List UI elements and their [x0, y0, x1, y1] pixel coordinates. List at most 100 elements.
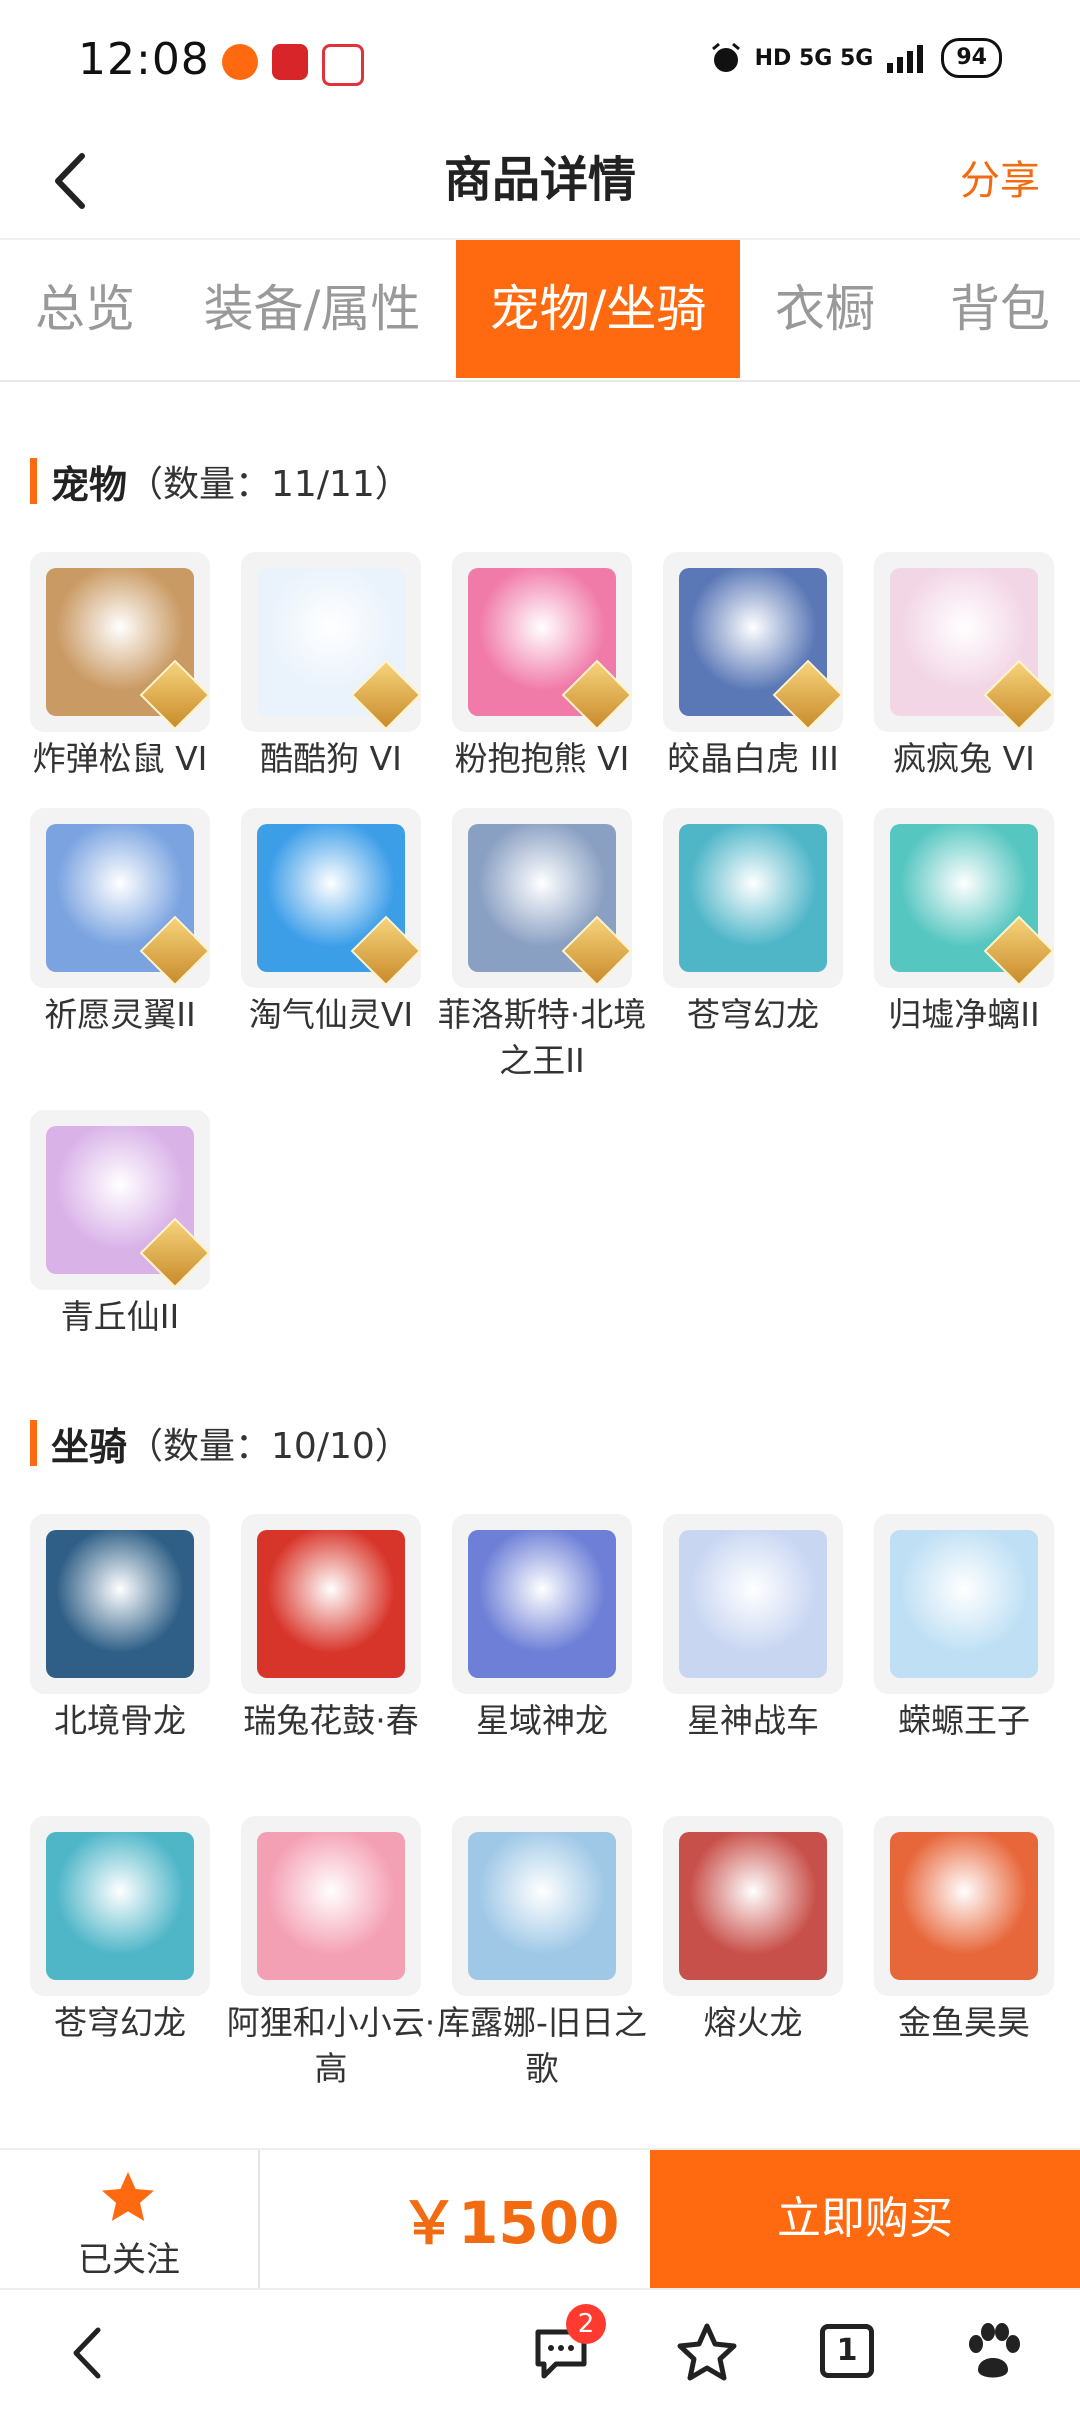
status-time: 12:08: [78, 34, 210, 85]
star-filled-icon: [102, 2172, 154, 2221]
mount-item[interactable]: 库露娜-旧日之歌: [437, 1816, 647, 2092]
mount-image: [679, 1832, 827, 1980]
mount-item[interactable]: 北境骨龙: [30, 1514, 216, 1744]
mount-name: 星域神龙: [476, 1701, 608, 1740]
pet-name: 粉抱抱熊 VI: [454, 739, 630, 778]
star-outline-icon[interactable]: [674, 2320, 740, 2386]
pet-thumbnail: [663, 808, 843, 988]
mount-item[interactable]: 金鱼昊昊: [874, 1816, 1060, 2046]
mount-name: 蝾螈王子: [898, 1701, 1030, 1740]
mount-thumbnail: [874, 1816, 1054, 1996]
pet-item[interactable]: 菲洛斯特·北境之王II: [438, 808, 646, 1084]
mount-item[interactable]: 瑞兔花鼓·春: [241, 1514, 427, 1744]
pet-item[interactable]: 疯疯兔 VI: [874, 552, 1060, 782]
share-button[interactable]: 分享: [960, 148, 1040, 206]
pet-thumbnail: [874, 808, 1054, 988]
tab-overview[interactable]: 总览: [0, 240, 170, 378]
pet-name: 皎晶白虎 III: [667, 739, 839, 778]
pet-item[interactable]: 淘气仙灵VI: [241, 808, 427, 1038]
pet-thumbnail: [663, 552, 843, 732]
pet-name: 酷酷狗 VI: [260, 739, 402, 778]
pet-name: 祈愿灵翼II: [44, 995, 196, 1034]
pet-name: 疯疯兔 VI: [893, 739, 1035, 778]
mount-thumbnail: [30, 1514, 210, 1694]
pet-item[interactable]: 皎晶白虎 III: [663, 552, 849, 782]
section-name: 宠物: [51, 462, 128, 507]
mount-name: 熔火龙: [703, 2003, 803, 2042]
mount-image: [257, 1530, 405, 1678]
pet-name: 菲洛斯特·北境之王II: [437, 995, 647, 1080]
tabs-count-button[interactable]: 1: [820, 2324, 874, 2378]
mount-image: [890, 1832, 1038, 1980]
section-name: 坐骑: [51, 1424, 128, 1469]
mount-item[interactable]: 星神战车: [663, 1514, 849, 1744]
pet-thumbnail: [241, 552, 421, 732]
follow-button[interactable]: 已关注: [0, 2150, 260, 2288]
pet-thumbnail: [874, 552, 1054, 732]
pet-thumbnail: [452, 552, 632, 732]
pet-name: 青丘仙II: [60, 1297, 180, 1336]
mount-thumbnail: [452, 1514, 632, 1694]
mount-name: 瑞兔花鼓·春: [243, 1701, 419, 1740]
app-notification-icon: [322, 44, 364, 86]
pet-thumbnail: [30, 808, 210, 988]
app-notification-icon: [222, 44, 258, 80]
buy-now-button[interactable]: 立即购买: [650, 2150, 1080, 2288]
section-accent-bar: [30, 458, 37, 504]
paw-icon[interactable]: [960, 2320, 1026, 2386]
mount-name: 北境骨龙: [54, 1701, 186, 1740]
pet-item[interactable]: 酷酷狗 VI: [241, 552, 427, 782]
mount-thumbnail: [241, 1816, 421, 1996]
pet-item[interactable]: 祈愿灵翼II: [30, 808, 216, 1038]
mount-image: [468, 1832, 616, 1980]
mounts-section-title: 坐骑 （数量：10/10）: [30, 1418, 411, 1469]
mount-image: [679, 1530, 827, 1678]
mount-name: 金鱼昊昊: [898, 2003, 1030, 2042]
tab-backpack[interactable]: 背包: [930, 240, 1070, 378]
pet-name: 淘气仙灵VI: [248, 995, 414, 1034]
mount-image: [46, 1530, 194, 1678]
mount-item[interactable]: 星域神龙: [452, 1514, 638, 1744]
section-count: （数量：11/11）: [127, 464, 411, 505]
pet-thumbnail: [241, 808, 421, 988]
mount-thumbnail: [241, 1514, 421, 1694]
mount-name: 星神战车: [687, 1701, 819, 1740]
mount-thumbnail: [874, 1514, 1054, 1694]
mount-thumbnail: [452, 1816, 632, 1996]
mount-item[interactable]: 阿狸和小小云·高: [227, 1816, 435, 2092]
mount-image: [468, 1530, 616, 1678]
tab-equipment[interactable]: 装备/属性: [190, 240, 434, 378]
tab-pets-mounts[interactable]: 宠物/坐骑: [456, 240, 740, 378]
status-app-icons: [222, 44, 364, 86]
pet-name: 苍穹幻龙: [687, 995, 819, 1034]
page-header: 商品详情 分享: [0, 128, 1080, 238]
tab-wardrobe[interactable]: 衣橱: [752, 240, 898, 378]
mount-name: 阿狸和小小云·高: [226, 2003, 436, 2088]
signal-icon: [887, 45, 924, 73]
mount-thumbnail: [663, 1514, 843, 1694]
pet-item[interactable]: 归墟净螭II: [874, 808, 1060, 1038]
pet-image: [679, 824, 827, 972]
browser-nav-bar: 2 1: [0, 2288, 1080, 2416]
mount-item[interactable]: 熔火龙: [663, 1816, 849, 2046]
status-indicators: HD 5G 5G 94: [709, 38, 1002, 78]
mount-item[interactable]: 蝾螈王子: [874, 1514, 1060, 1744]
pet-item[interactable]: 炸弹松鼠 VI: [30, 552, 216, 782]
pet-name: 炸弹松鼠 VI: [32, 739, 208, 778]
back-chevron-icon[interactable]: [56, 2320, 122, 2386]
message-count-badge: 2: [566, 2304, 606, 2344]
alarm-icon: [711, 42, 740, 72]
pet-item[interactable]: 青丘仙II: [30, 1110, 216, 1340]
status-bar: 12:08 HD 5G 5G 94: [0, 0, 1080, 128]
pet-name: 归墟净螭II: [888, 995, 1040, 1034]
pet-thumbnail: [30, 1110, 210, 1290]
battery-indicator: 94: [941, 38, 1002, 78]
mount-thumbnail: [663, 1816, 843, 1996]
mount-name: 苍穹幻龙: [54, 2003, 186, 2042]
mount-name: 库露娜-旧日之歌: [437, 2003, 647, 2088]
mount-item[interactable]: 苍穹幻龙: [30, 1816, 216, 2046]
pet-item[interactable]: 粉抱抱熊 VI: [452, 552, 638, 782]
pet-item[interactable]: 苍穹幻龙: [663, 808, 849, 1038]
price: ￥1500: [400, 2189, 620, 2257]
section-accent-bar: [30, 1420, 37, 1466]
